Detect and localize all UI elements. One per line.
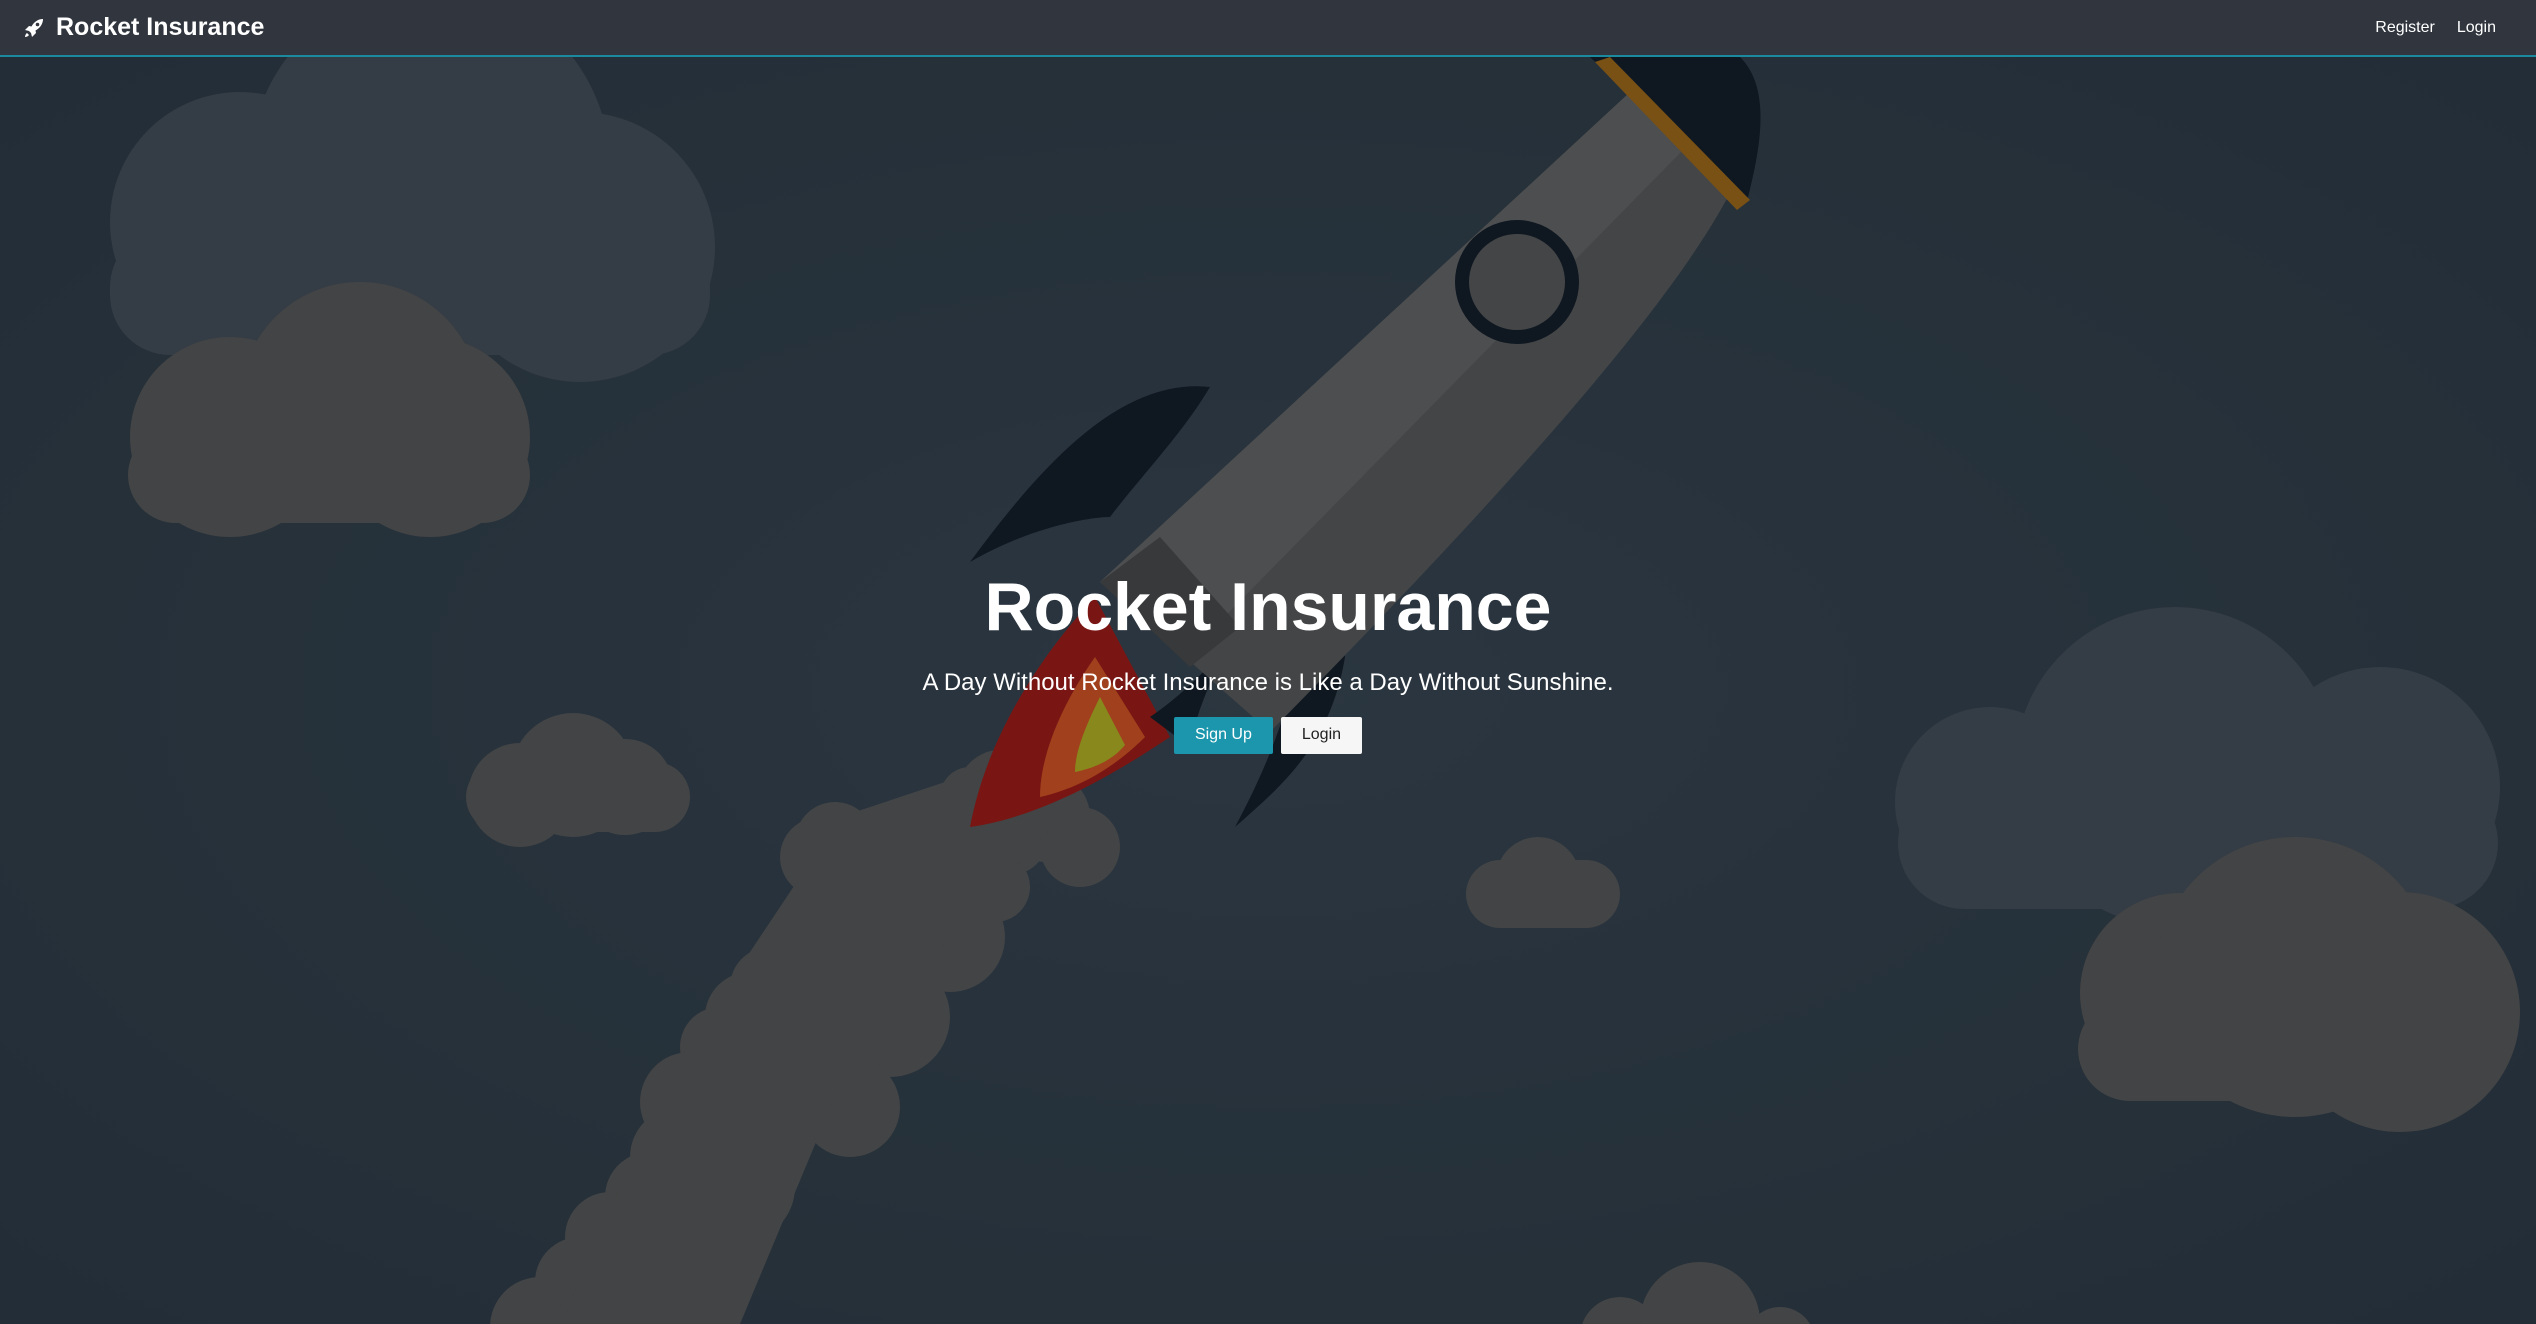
brand-name: Rocket Insurance bbox=[56, 13, 265, 41]
hero-button-row: Sign Up Login bbox=[0, 716, 2536, 754]
register-link[interactable]: Register bbox=[2375, 19, 2435, 37]
login-link[interactable]: Login bbox=[2457, 19, 2496, 37]
hero-section: Rocket Insurance A Day Without Rocket In… bbox=[0, 57, 2536, 1324]
hero-title: Rocket Insurance bbox=[984, 569, 1552, 645]
rocket-icon bbox=[22, 16, 46, 40]
brand-link[interactable]: Rocket Insurance bbox=[22, 13, 264, 42]
signup-button[interactable]: Sign Up bbox=[1173, 716, 1273, 754]
hero-tagline: A Day Without Rocket Insurance is Like a… bbox=[922, 668, 1614, 696]
nav-links: Register Login bbox=[2375, 19, 2496, 37]
navbar: Rocket Insurance Register Login bbox=[0, 0, 2536, 57]
hero-login-button[interactable]: Login bbox=[1280, 716, 1363, 754]
hero-content: Rocket Insurance A Day Without Rocket In… bbox=[0, 567, 2536, 754]
